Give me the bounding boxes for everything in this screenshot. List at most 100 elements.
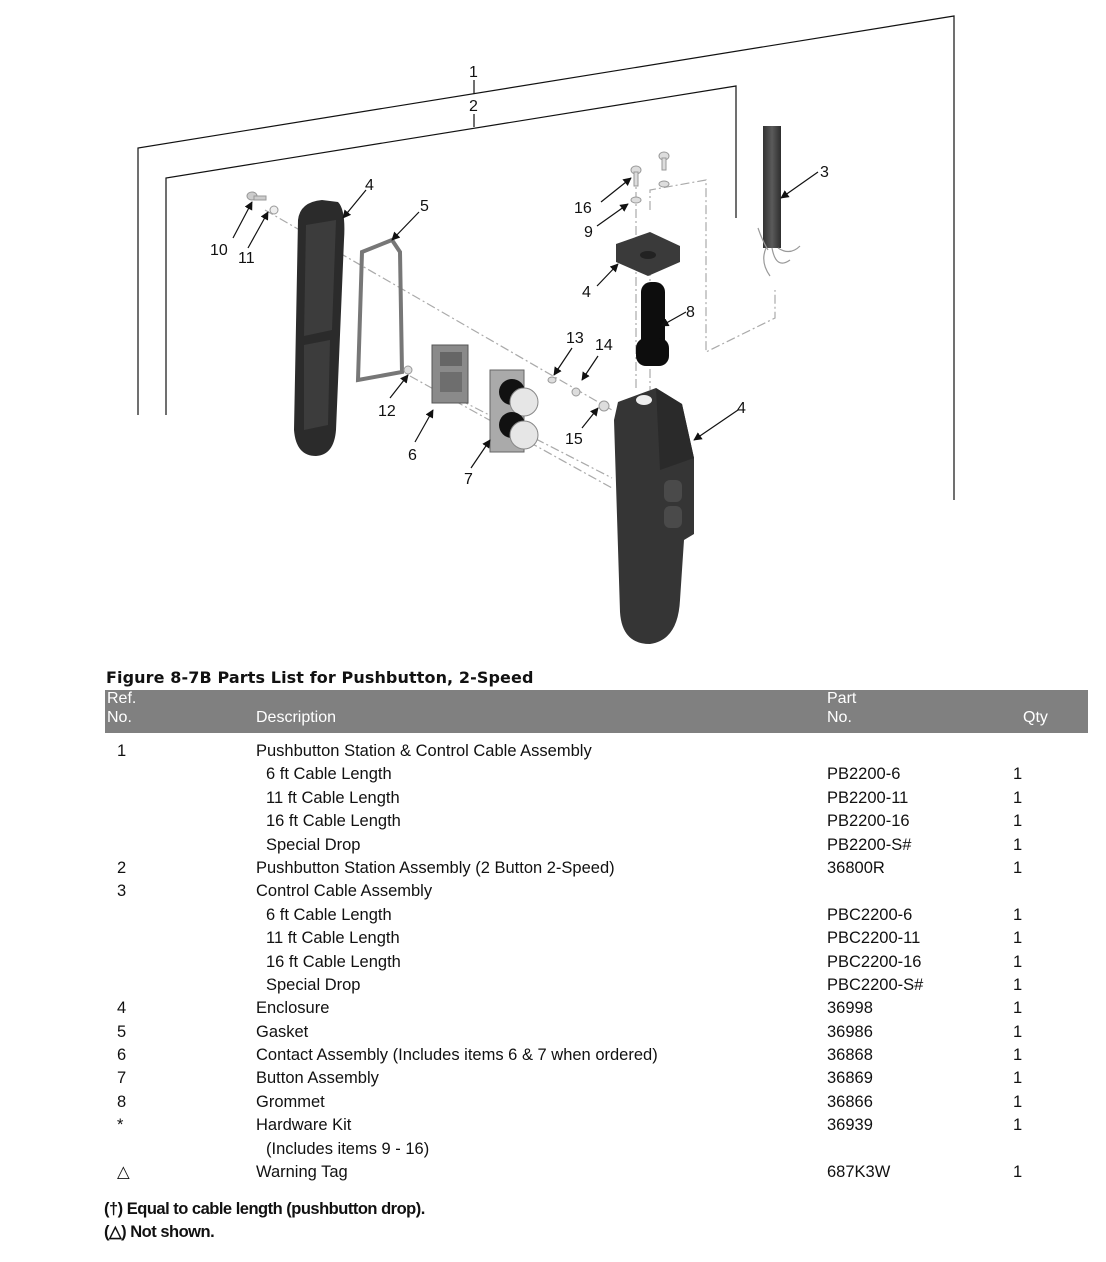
callout-14: 14 bbox=[595, 337, 613, 354]
description-cell: Enclosure bbox=[256, 999, 330, 1018]
part-no-cell: 36868 bbox=[827, 1046, 873, 1065]
table-row: 5 Gasket 36986 1 bbox=[105, 1021, 1088, 1044]
description-cell: Special Drop bbox=[266, 975, 361, 994]
footnote-dagger: (†) Equal to cable length (pushbutton dr… bbox=[104, 1200, 425, 1218]
qty-cell: 1 bbox=[1013, 858, 1023, 877]
qty-cell: 1 bbox=[1013, 835, 1023, 854]
callout-7: 7 bbox=[464, 471, 473, 488]
enclosure-top-cap bbox=[616, 232, 680, 276]
ref-no-cell: 2 bbox=[117, 858, 127, 877]
part-no-cell: PB2200-6 bbox=[827, 765, 901, 784]
qty-cell: 1 bbox=[1013, 952, 1023, 971]
header-ref-line2: No. bbox=[107, 709, 132, 726]
table-row: 6 ft Cable Length PBC2200-6 1 bbox=[105, 904, 1088, 927]
ref-no-cell: 1 bbox=[117, 742, 127, 760]
description-cell: 11 ft Cable Length bbox=[266, 929, 400, 948]
qty-cell: 1 bbox=[1013, 929, 1023, 948]
part-no-cell: PBC2200-6 bbox=[827, 905, 913, 924]
table-row: 7 Button Assembly 36869 1 bbox=[105, 1067, 1088, 1090]
callout-11: 11 bbox=[238, 250, 255, 267]
header-qty: Qty bbox=[1023, 709, 1048, 726]
ref-no-cell: △ bbox=[117, 1163, 130, 1182]
callout-13: 13 bbox=[566, 330, 584, 347]
ref-no-cell: 3 bbox=[117, 882, 127, 901]
qty-cell: 1 bbox=[1013, 812, 1023, 831]
ref-no-cell: 8 bbox=[117, 1092, 127, 1111]
callout-1: 1 bbox=[469, 64, 478, 81]
header-part-line1: Part bbox=[827, 690, 857, 707]
description-cell: Pushbutton Station & Control Cable Assem… bbox=[256, 742, 592, 760]
description-cell: Pushbutton Station Assembly (2 Button 2-… bbox=[256, 858, 615, 877]
qty-cell: 1 bbox=[1013, 999, 1023, 1018]
description-cell: Button Assembly bbox=[256, 1069, 379, 1088]
part-no-cell: PB2200-16 bbox=[827, 812, 910, 831]
callout-3: 3 bbox=[820, 164, 829, 181]
assembly-brackets bbox=[137, 15, 955, 500]
table-row: * Hardware Kit 36939 1 bbox=[105, 1114, 1088, 1137]
description-cell: Gasket bbox=[256, 1022, 309, 1041]
description-cell: 11 ft Cable Length bbox=[266, 788, 400, 807]
description-cell: 16 ft Cable Length bbox=[266, 952, 401, 971]
table-row: 16 ft Cable Length PBC2200-16 1 bbox=[105, 951, 1088, 974]
screws-16-9 bbox=[630, 151, 670, 204]
callout-15: 15 bbox=[565, 431, 583, 448]
callout-6: 6 bbox=[408, 447, 417, 464]
part-no-cell: PBC2200-S# bbox=[827, 975, 924, 994]
qty-cell: 1 bbox=[1013, 975, 1023, 994]
ref-no-cell: 5 bbox=[117, 1022, 127, 1041]
callout-12: 12 bbox=[378, 403, 396, 420]
callout-5: 5 bbox=[420, 198, 429, 215]
part-no-cell: 36986 bbox=[827, 1022, 873, 1041]
table-row: 8 Grommet 36866 1 bbox=[105, 1091, 1088, 1114]
table-row: 1 Pushbutton Station & Control Cable Asse… bbox=[105, 740, 1088, 763]
table-row: 11 ft Cable Length PB2200-11 1 bbox=[105, 787, 1088, 810]
enclosure-main bbox=[614, 388, 694, 644]
description-cell: Warning Tag bbox=[256, 1163, 348, 1182]
table-row: 16 ft Cable Length PB2200-16 1 bbox=[105, 810, 1088, 833]
description-cell: 6 ft Cable Length bbox=[266, 765, 392, 784]
description-cell: 6 ft Cable Length bbox=[266, 905, 392, 924]
footnote-not-shown: (△) Not shown. bbox=[104, 1223, 215, 1241]
callout-16: 16 bbox=[574, 200, 592, 217]
table-row: 6 ft Cable Length PB2200-6 1 bbox=[105, 763, 1088, 786]
bracket-item-1 bbox=[137, 15, 955, 500]
table-row: 3 Control Cable Assembly bbox=[105, 880, 1088, 903]
callout-9: 9 bbox=[584, 224, 593, 241]
part-no-cell: 687K3W bbox=[827, 1163, 891, 1182]
hardware-13-15 bbox=[547, 376, 610, 412]
parts-table-header: Ref. No. Description Part No. Qty bbox=[105, 690, 1088, 733]
description-cell: Grommet bbox=[256, 1092, 325, 1111]
gasket bbox=[355, 237, 405, 383]
qty-cell: 1 bbox=[1013, 1046, 1023, 1065]
figure-title: Figure 8-7B Parts List for Pushbutton, 2… bbox=[106, 668, 534, 687]
ref-no-cell: 7 bbox=[117, 1069, 127, 1088]
qty-cell: 1 bbox=[1013, 788, 1023, 807]
table-row: 11 ft Cable Length PBC2200-11 1 bbox=[105, 927, 1088, 950]
table-row: 6 Contact Assembly (Includes items 6 & 7 … bbox=[105, 1044, 1088, 1067]
qty-cell: 1 bbox=[1013, 1022, 1023, 1041]
exploded-parts-diagram: 1 2 3 4 5 4 4 8 16 9 10 11 12 6 7 13 14 … bbox=[137, 15, 955, 644]
table-row: (Includes items 9 - 16) bbox=[105, 1138, 1088, 1161]
callout-4-main: 4 bbox=[737, 400, 746, 417]
description-cell: 16 ft Cable Length bbox=[266, 812, 401, 831]
parts-table-body: 1 Pushbutton Station & Control Cable Asse… bbox=[105, 740, 1088, 1184]
ref-no-cell: 6 bbox=[117, 1046, 127, 1065]
description-cell: Contact Assembly (Includes items 6 & 7 w… bbox=[256, 1046, 658, 1065]
qty-cell: 1 bbox=[1013, 905, 1023, 924]
part-no-cell: PB2200-S# bbox=[827, 835, 912, 854]
qty-cell: 1 bbox=[1013, 1116, 1023, 1135]
callout-10: 10 bbox=[210, 242, 228, 259]
description-cell: Hardware Kit bbox=[256, 1116, 352, 1135]
part-no-cell: PB2200-11 bbox=[827, 788, 909, 807]
control-cable bbox=[757, 126, 801, 277]
description-cell: Special Drop bbox=[266, 835, 361, 854]
callout-2: 2 bbox=[469, 98, 478, 115]
qty-cell: 1 bbox=[1013, 765, 1023, 784]
description-cell: (Includes items 9 - 16) bbox=[266, 1139, 430, 1158]
callout-8: 8 bbox=[686, 304, 695, 321]
callout-4-cap: 4 bbox=[582, 284, 591, 301]
part-no-cell: 36869 bbox=[827, 1069, 873, 1088]
header-ref-line1: Ref. bbox=[107, 690, 137, 707]
ref-no-cell: 4 bbox=[117, 999, 127, 1018]
qty-cell: 1 bbox=[1013, 1163, 1023, 1182]
